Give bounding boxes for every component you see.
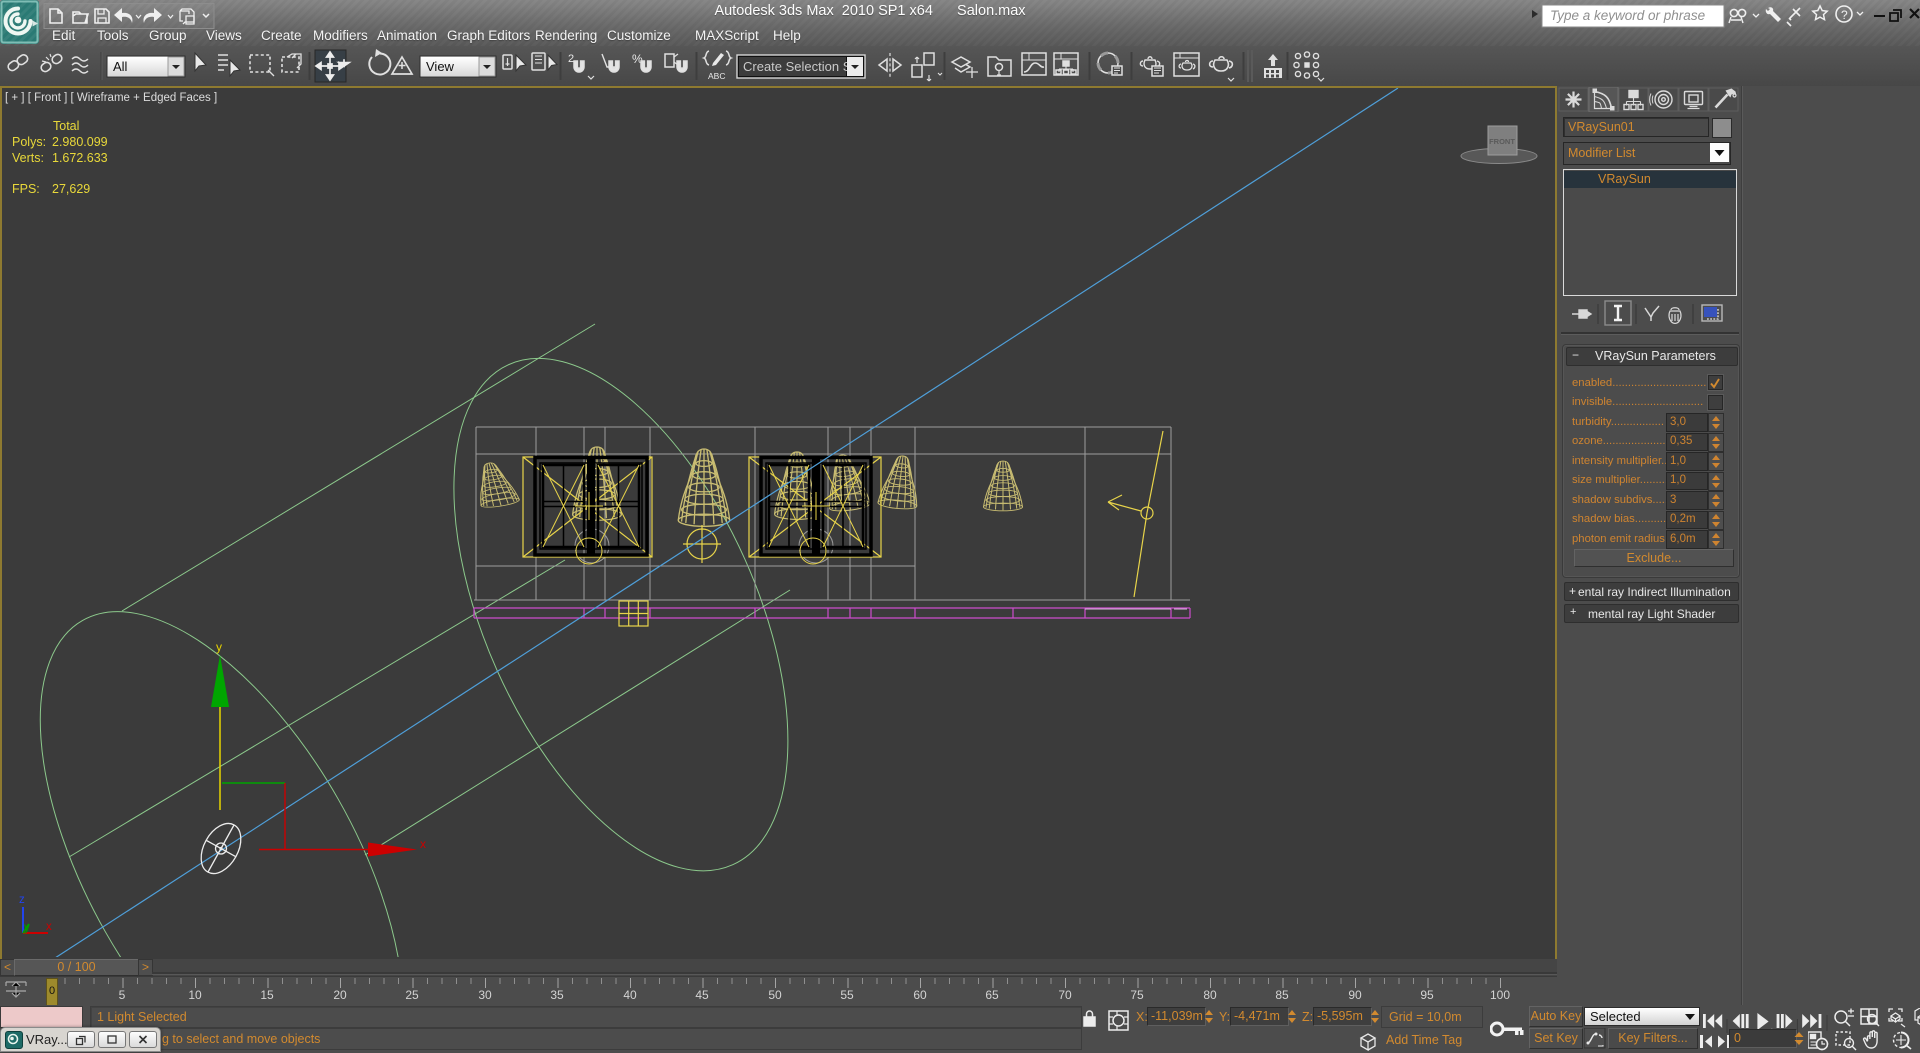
svg-text:?: ?: [1841, 8, 1848, 22]
svg-text:All: All: [113, 59, 128, 74]
svg-text:y: y: [24, 922, 30, 934]
svg-text:27,629: 27,629: [52, 182, 90, 196]
svg-text:y: y: [216, 640, 222, 654]
svg-text:View: View: [426, 59, 455, 74]
svg-text:2: 2: [568, 53, 574, 65]
svg-text:Polys:: Polys:: [12, 135, 46, 149]
svg-text:Type a keyword or phrase: Type a keyword or phrase: [1550, 8, 1705, 23]
svg-text:Create Selection Se: Create Selection Se: [743, 59, 859, 74]
svg-text:Verts:: Verts:: [12, 151, 44, 165]
svg-text:FPS:: FPS:: [12, 182, 40, 196]
svg-text:x: x: [46, 921, 52, 933]
svg-text:ABC: ABC: [708, 71, 725, 81]
svg-text:Total: Total: [53, 119, 79, 133]
svg-text:z: z: [19, 894, 25, 906]
svg-text:2.980.099: 2.980.099: [52, 135, 108, 149]
svg-text:FRONT: FRONT: [1489, 137, 1515, 146]
svg-text:x: x: [420, 837, 426, 851]
svg-text:1.672.633: 1.672.633: [52, 151, 108, 165]
